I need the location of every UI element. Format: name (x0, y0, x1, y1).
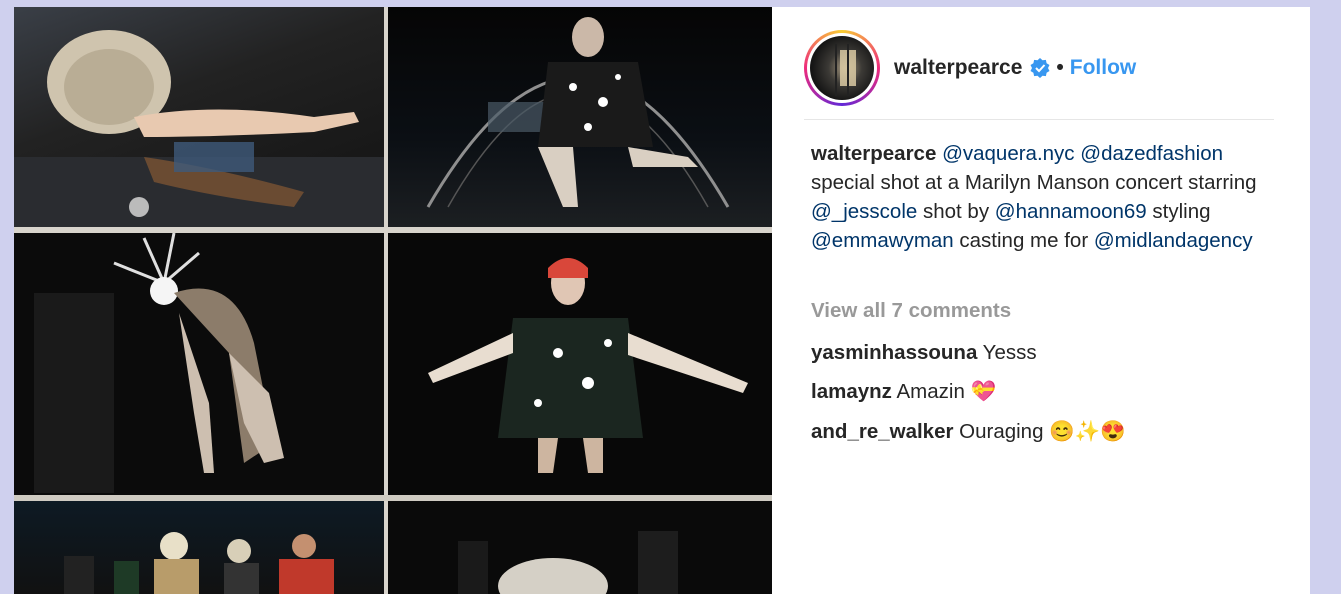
follow-button[interactable]: Follow (1070, 56, 1137, 80)
avatar-image (835, 44, 856, 96)
hooded-figure-illustration (458, 531, 678, 594)
comment-username[interactable]: lamaynz (811, 380, 892, 403)
story-ring[interactable] (804, 30, 880, 106)
view-all-comments-link[interactable]: View all 7 comments (811, 299, 1011, 323)
photo-panel-3 (14, 233, 384, 495)
post-header: walterpearce • Follow (804, 17, 1274, 120)
photo-panel-4 (388, 233, 772, 495)
caption-text-2: starring (1188, 171, 1257, 194)
post-caption: walterpearce @vaquera.nyc @dazedfashion … (811, 139, 1281, 255)
post-sidebar: walterpearce • Follow walterpearce @vaqu… (772, 7, 1310, 594)
mention-emmawyman[interactable]: @emmawyman (811, 229, 954, 252)
film-border-horizontal-2 (14, 495, 772, 501)
post-photo[interactable] (14, 7, 772, 594)
avatar (810, 36, 874, 100)
comment-text: Ouraging 😊✨😍 (959, 420, 1126, 443)
mention-hannamoon[interactable]: @hannamoon69 (995, 200, 1147, 223)
film-border-vertical (384, 7, 388, 594)
verified-badge-icon (1030, 58, 1050, 78)
comment-item: yasminhassouna Yesss (811, 341, 1037, 365)
comment-text: Yesss (982, 341, 1037, 364)
separator-dot: • (1056, 56, 1064, 79)
reclining-figure-illustration (14, 30, 384, 227)
caption-text-4: styling (1152, 200, 1211, 223)
username-link[interactable]: walterpearce (894, 56, 1022, 80)
mention-jesscole[interactable]: @_jesscole (811, 200, 917, 223)
photo-panel-5 (14, 501, 384, 594)
caption-text-5: casting me for (959, 229, 1089, 252)
instagram-post-card: walterpearce • Follow walterpearce @vaqu… (14, 7, 1310, 594)
mention-dazedfashion[interactable]: @dazedfashion (1080, 142, 1223, 165)
bending-figure-illustration (34, 233, 284, 493)
mention-vaquera[interactable]: @vaquera.nyc (942, 142, 1075, 165)
comment-item: lamaynz Amazin 💝 (811, 380, 996, 404)
comment-text: Amazin 💝 (896, 380, 997, 403)
mention-midlandagency[interactable]: @midlandagency (1094, 229, 1253, 252)
film-border-horizontal-1 (14, 227, 772, 233)
crowd-illustration (64, 532, 334, 594)
header-row: walterpearce • Follow (894, 56, 1136, 80)
caption-text-1: special shot at a Marilyn Manson concert (811, 171, 1183, 194)
photo-panel-1 (14, 7, 384, 227)
comment-item: and_re_walker Ouraging 😊✨😍 (811, 420, 1126, 444)
arms-out-figure-illustration (428, 258, 748, 473)
caption-text-3: shot by (922, 200, 990, 223)
comment-username[interactable]: and_re_walker (811, 420, 953, 443)
photo-panel-2 (388, 7, 772, 227)
caption-author[interactable]: walterpearce (811, 142, 936, 165)
sitting-figure-illustration (426, 17, 730, 208)
photo-panel-6 (388, 501, 772, 594)
comment-username[interactable]: yasminhassouna (811, 341, 977, 364)
